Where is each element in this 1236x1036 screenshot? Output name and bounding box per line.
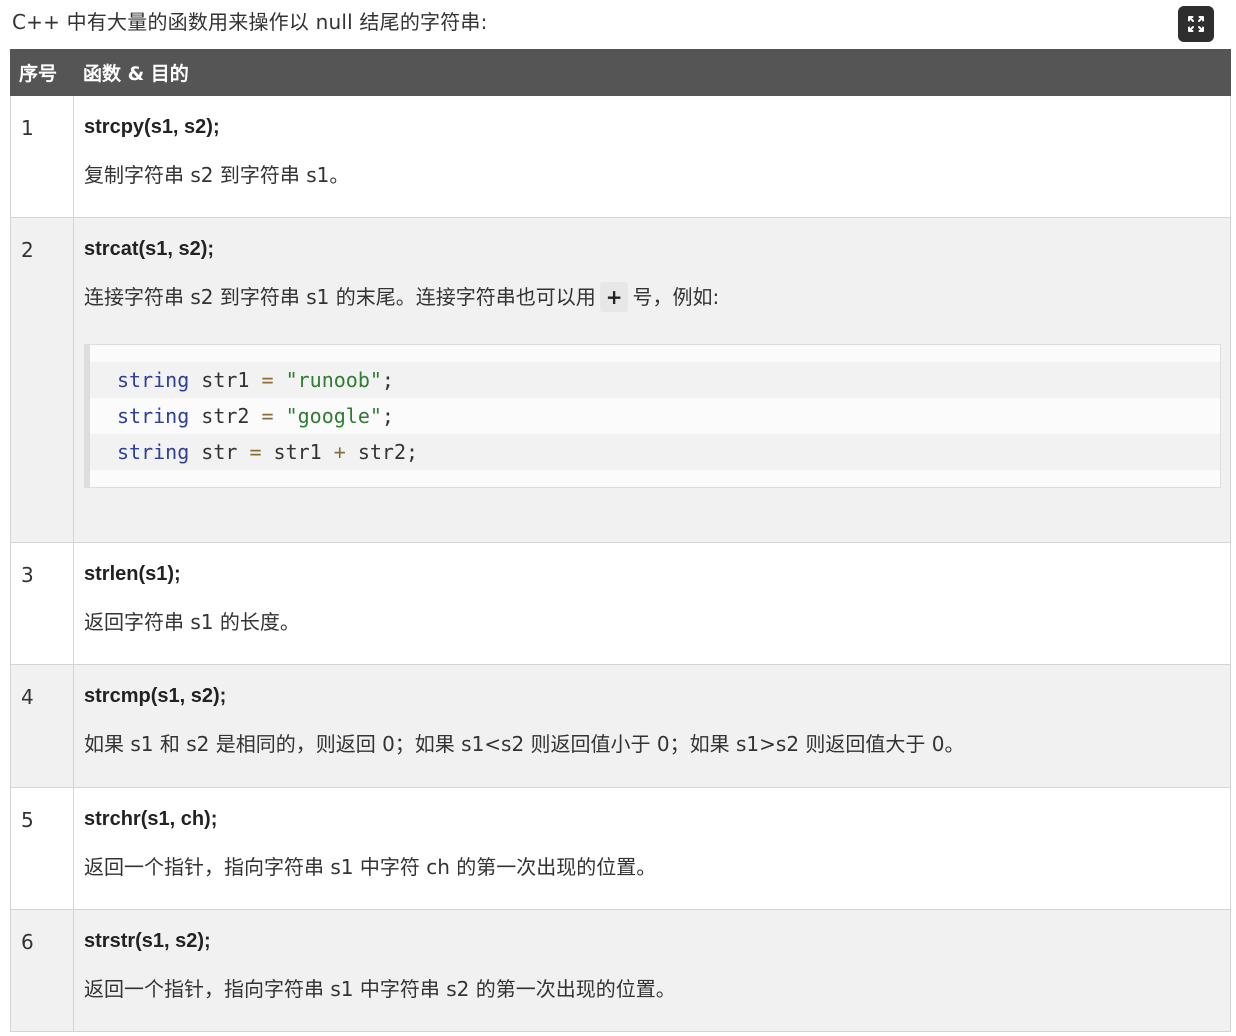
code-line: string str = str1 + str2;	[90, 434, 1220, 470]
table-row: 2 strcat(s1, s2); 连接字符串 s2 到字符串 s1 的末尾。连…	[10, 217, 1231, 543]
function-table: 序号 函数 & 目的 1 strcpy(s1, s2); 复制字符串 s2 到字…	[10, 49, 1231, 1032]
code-identifier: str1	[189, 368, 262, 392]
code-operator: =	[249, 440, 262, 464]
code-line: string str2 = "google";	[90, 398, 1220, 434]
code-keyword: string	[117, 440, 190, 464]
function-description: 如果 s1 和 s2 是相同的，则返回 0；如果 s1<s2 则返回值小于 0；…	[84, 732, 965, 756]
intro-text: C++ 中有大量的函数用来操作以 null 结尾的字符串:	[12, 10, 488, 34]
table-row: 6 strstr(s1, s2); 返回一个指针，指向字符串 s1 中字符串 s…	[10, 909, 1231, 1032]
function-name: strlen(s1);	[84, 563, 181, 585]
function-description: 返回字符串 s1 的长度。	[84, 610, 300, 634]
row-content: strlen(s1); 返回字符串 s1 的长度。	[73, 542, 1231, 665]
code-operator: =	[261, 404, 274, 428]
table-header-row: 序号 函数 & 目的	[10, 49, 1231, 96]
row-number: 1	[10, 95, 74, 218]
row-content: strchr(s1, ch); 返回一个指针，指向字符串 s1 中字符 ch 的…	[73, 787, 1231, 910]
code-block: string str1 = "runoob"; string str2 = "g…	[84, 344, 1221, 488]
code-keyword: string	[117, 404, 190, 428]
row-content: strcpy(s1, s2); 复制字符串 s2 到字符串 s1。	[73, 95, 1231, 218]
function-description: 连接字符串 s2 到字符串 s1 的末尾。连接字符串也可以用 + 号，例如:	[84, 281, 1220, 312]
code-operator: +	[333, 440, 346, 464]
function-name: strcat(s1, s2);	[84, 238, 215, 260]
code-identifier: str1	[261, 440, 334, 464]
code-identifier: str	[189, 440, 250, 464]
function-name: strcmp(s1, s2);	[84, 685, 227, 707]
table-row: 3 strlen(s1); 返回字符串 s1 的长度。	[10, 542, 1231, 665]
expand-icon	[1188, 16, 1204, 32]
function-description: 返回一个指针，指向字符串 s1 中字符 ch 的第一次出现的位置。	[84, 855, 657, 879]
function-description: 返回一个指针，指向字符串 s1 中字符串 s2 的第一次出现的位置。	[84, 977, 676, 1001]
row-number: 5	[10, 787, 74, 910]
code-line: string str1 = "runoob";	[90, 362, 1220, 398]
row-content: strcmp(s1, s2); 如果 s1 和 s2 是相同的，则返回 0；如果…	[73, 664, 1231, 788]
code-string: "runoob"	[273, 368, 382, 392]
code-punctuation: ;	[381, 404, 394, 428]
code-string: "google"	[273, 404, 382, 428]
function-name: strchr(s1, ch);	[84, 808, 218, 830]
row-number: 6	[10, 909, 74, 1032]
code-punctuation: ;	[381, 368, 394, 392]
table-row: 5 strchr(s1, ch); 返回一个指针，指向字符串 s1 中字符 ch…	[10, 787, 1231, 910]
function-description: 复制字符串 s2 到字符串 s1。	[84, 163, 350, 187]
code-identifier: str2	[189, 404, 262, 428]
code-punctuation: ;	[406, 440, 419, 464]
row-number: 4	[10, 664, 74, 788]
row-content: strcat(s1, s2); 连接字符串 s2 到字符串 s1 的末尾。连接字…	[73, 217, 1231, 543]
code-identifier: str2	[345, 440, 407, 464]
table-row: 4 strcmp(s1, s2); 如果 s1 和 s2 是相同的，则返回 0；…	[10, 664, 1231, 788]
header-function: 函数 & 目的	[73, 49, 1231, 96]
expand-button[interactable]	[1178, 6, 1214, 42]
description-text: 连接字符串 s2 到字符串 s1 的末尾。连接字符串也可以用	[84, 285, 596, 309]
code-operator: =	[261, 368, 274, 392]
function-name: strcpy(s1, s2);	[84, 116, 220, 138]
function-name: strstr(s1, s2);	[84, 930, 211, 952]
row-content: strstr(s1, s2); 返回一个指针，指向字符串 s1 中字符串 s2 …	[73, 909, 1231, 1032]
row-number: 2	[10, 217, 74, 543]
inline-code: +	[599, 282, 629, 312]
header-index: 序号	[10, 49, 74, 96]
table-row: 1 strcpy(s1, s2); 复制字符串 s2 到字符串 s1。	[10, 95, 1231, 218]
code-keyword: string	[117, 368, 190, 392]
description-text: 号，例如:	[632, 285, 720, 309]
row-number: 3	[10, 542, 74, 665]
